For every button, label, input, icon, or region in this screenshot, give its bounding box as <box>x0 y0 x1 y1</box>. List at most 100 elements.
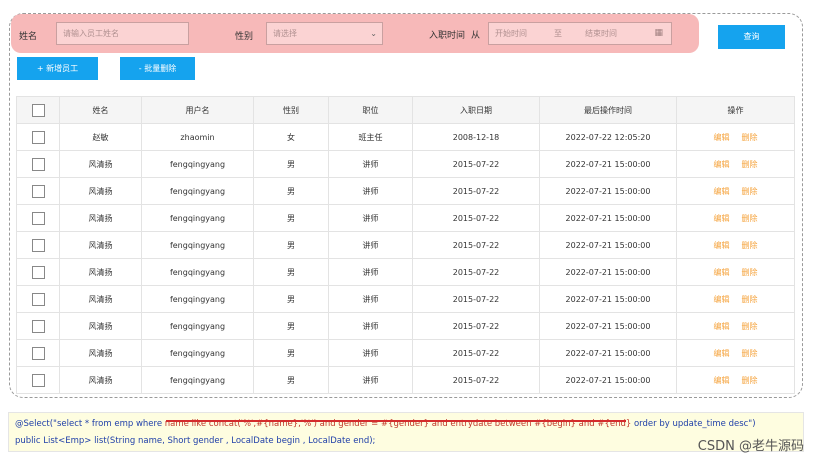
cell-name: 赵敏 <box>59 123 142 151</box>
cell-job: 讲师 <box>328 312 413 340</box>
cell-name: 风清扬 <box>59 177 142 205</box>
delete-link[interactable]: 删除 <box>742 160 758 169</box>
highlight-underline <box>166 420 626 422</box>
edit-link[interactable]: 编辑 <box>714 187 730 196</box>
cell-username: fengqingyang <box>141 150 254 178</box>
add-employee-button[interactable]: + 新增员工 <box>17 57 98 80</box>
edit-link[interactable]: 编辑 <box>714 376 730 385</box>
code-select-prefix: @Select("select * from emp where <box>15 419 165 429</box>
column-header: 用户名 <box>141 96 254 124</box>
row-checkbox[interactable] <box>31 265 45 279</box>
cell-entry-date: 2015-07-22 <box>412 339 540 367</box>
cell-updated-time: 2022-07-21 15:00:00 <box>539 312 677 340</box>
delete-link[interactable]: 删除 <box>742 295 758 304</box>
edit-link[interactable]: 编辑 <box>714 295 730 304</box>
cell-gender: 男 <box>253 231 329 259</box>
row-select-cell[interactable] <box>16 285 60 313</box>
edit-link[interactable]: 编辑 <box>714 322 730 331</box>
cell-job: 讲师 <box>328 150 413 178</box>
gender-select[interactable]: 请选择 ⌄ <box>266 22 383 45</box>
date-range-picker[interactable]: 开始时间 至 结束时间 ▦ <box>488 22 672 45</box>
row-select-cell[interactable] <box>16 312 60 340</box>
date-label: 入职时间 <box>429 31 466 41</box>
delete-link[interactable]: 删除 <box>742 133 758 142</box>
cell-username: fengqingyang <box>141 204 254 232</box>
cell-job: 班主任 <box>328 123 413 151</box>
chevron-down-icon: ⌄ <box>370 29 377 38</box>
table-row: 赵敏 zhaomin 女班主任 2008-12-18 2022-07-22 12:05:… <box>16 123 795 151</box>
delete-link[interactable]: 删除 <box>742 241 758 250</box>
row-checkbox[interactable] <box>31 319 45 333</box>
cell-job: 讲师 <box>328 177 413 205</box>
column-header: 性别 <box>253 96 329 124</box>
gender-label: 性别 <box>235 32 254 42</box>
cell-actions: 编辑 删除 <box>676 285 795 313</box>
cell-name: 风清扬 <box>59 150 142 178</box>
name-input[interactable]: 请输入员工姓名 <box>56 22 189 45</box>
cell-updated-time: 2022-07-21 15:00:00 <box>539 177 677 205</box>
delete-link[interactable]: 删除 <box>742 268 758 277</box>
cell-updated-time: 2022-07-21 15:00:00 <box>539 366 677 394</box>
cell-gender: 男 <box>253 150 329 178</box>
row-select-cell[interactable] <box>16 177 60 205</box>
cell-entry-date: 2015-07-22 <box>412 312 540 340</box>
watermark: CSDN @老牛源码 <box>697 439 804 454</box>
row-checkbox[interactable] <box>31 157 45 171</box>
cell-username: fengqingyang <box>141 285 254 313</box>
row-checkbox[interactable] <box>31 292 45 306</box>
row-select-cell[interactable] <box>16 258 60 286</box>
column-header: 职位 <box>328 96 413 124</box>
cell-name: 风清扬 <box>59 258 142 286</box>
cell-actions: 编辑 删除 <box>676 204 795 232</box>
row-select-cell[interactable] <box>16 366 60 394</box>
cell-name: 风清扬 <box>59 339 142 367</box>
cell-gender: 男 <box>253 285 329 313</box>
delete-link[interactable]: 删除 <box>742 187 758 196</box>
cell-actions: 编辑 删除 <box>676 339 795 367</box>
edit-link[interactable]: 编辑 <box>714 349 730 358</box>
delete-link[interactable]: 删除 <box>742 376 758 385</box>
employee-table: 姓名 用户名 性别 职位 入职日期 最后操作时间 操作 赵敏 zhaomin 女班主… <box>16 96 795 394</box>
cell-entry-date: 2015-07-22 <box>412 366 540 394</box>
cell-username: fengqingyang <box>141 366 254 394</box>
cell-job: 讲师 <box>328 339 413 367</box>
delete-link[interactable]: 删除 <box>742 349 758 358</box>
cell-gender: 男 <box>253 339 329 367</box>
select-all-cell[interactable] <box>16 96 60 124</box>
edit-link[interactable]: 编辑 <box>714 214 730 223</box>
delete-link[interactable]: 删除 <box>742 322 758 331</box>
cell-username: zhaomin <box>141 123 254 151</box>
table-row: 风清扬 fengqingyang 男讲师 2015-07-22 2022-07-21 1… <box>16 366 795 394</box>
cell-username: fengqingyang <box>141 177 254 205</box>
cell-name: 风清扬 <box>59 231 142 259</box>
table-row: 风清扬 fengqingyang 男讲师 2015-07-22 2022-07-21 1… <box>16 231 795 259</box>
row-select-cell[interactable] <box>16 123 60 151</box>
edit-link[interactable]: 编辑 <box>714 241 730 250</box>
row-checkbox[interactable] <box>31 184 45 198</box>
date-end-placeholder: 结束时间 <box>585 29 617 38</box>
cell-job: 讲师 <box>328 366 413 394</box>
row-checkbox[interactable] <box>31 130 45 144</box>
row-select-cell[interactable] <box>16 150 60 178</box>
name-label: 姓名 <box>19 32 38 42</box>
cell-job: 讲师 <box>328 285 413 313</box>
edit-link[interactable]: 编辑 <box>714 268 730 277</box>
row-select-cell[interactable] <box>16 231 60 259</box>
query-button[interactable]: 查询 <box>718 25 785 49</box>
row-checkbox[interactable] <box>31 346 45 360</box>
cell-gender: 男 <box>253 204 329 232</box>
table-row: 风清扬 fengqingyang 男讲师 2015-07-22 2022-07-21 1… <box>16 285 795 313</box>
row-select-cell[interactable] <box>16 204 60 232</box>
select-all-checkbox[interactable] <box>31 103 45 117</box>
row-checkbox[interactable] <box>31 238 45 252</box>
row-checkbox[interactable] <box>31 211 45 225</box>
row-checkbox[interactable] <box>31 373 45 387</box>
batch-delete-button[interactable]: - 批量删除 <box>120 57 195 80</box>
cell-name: 风清扬 <box>59 312 142 340</box>
delete-link[interactable]: 删除 <box>742 214 758 223</box>
edit-link[interactable]: 编辑 <box>714 133 730 142</box>
cell-updated-time: 2022-07-21 15:00:00 <box>539 204 677 232</box>
edit-link[interactable]: 编辑 <box>714 160 730 169</box>
row-select-cell[interactable] <box>16 339 60 367</box>
table-row: 风清扬 fengqingyang 男讲师 2015-07-22 2022-07-21 1… <box>16 204 795 232</box>
